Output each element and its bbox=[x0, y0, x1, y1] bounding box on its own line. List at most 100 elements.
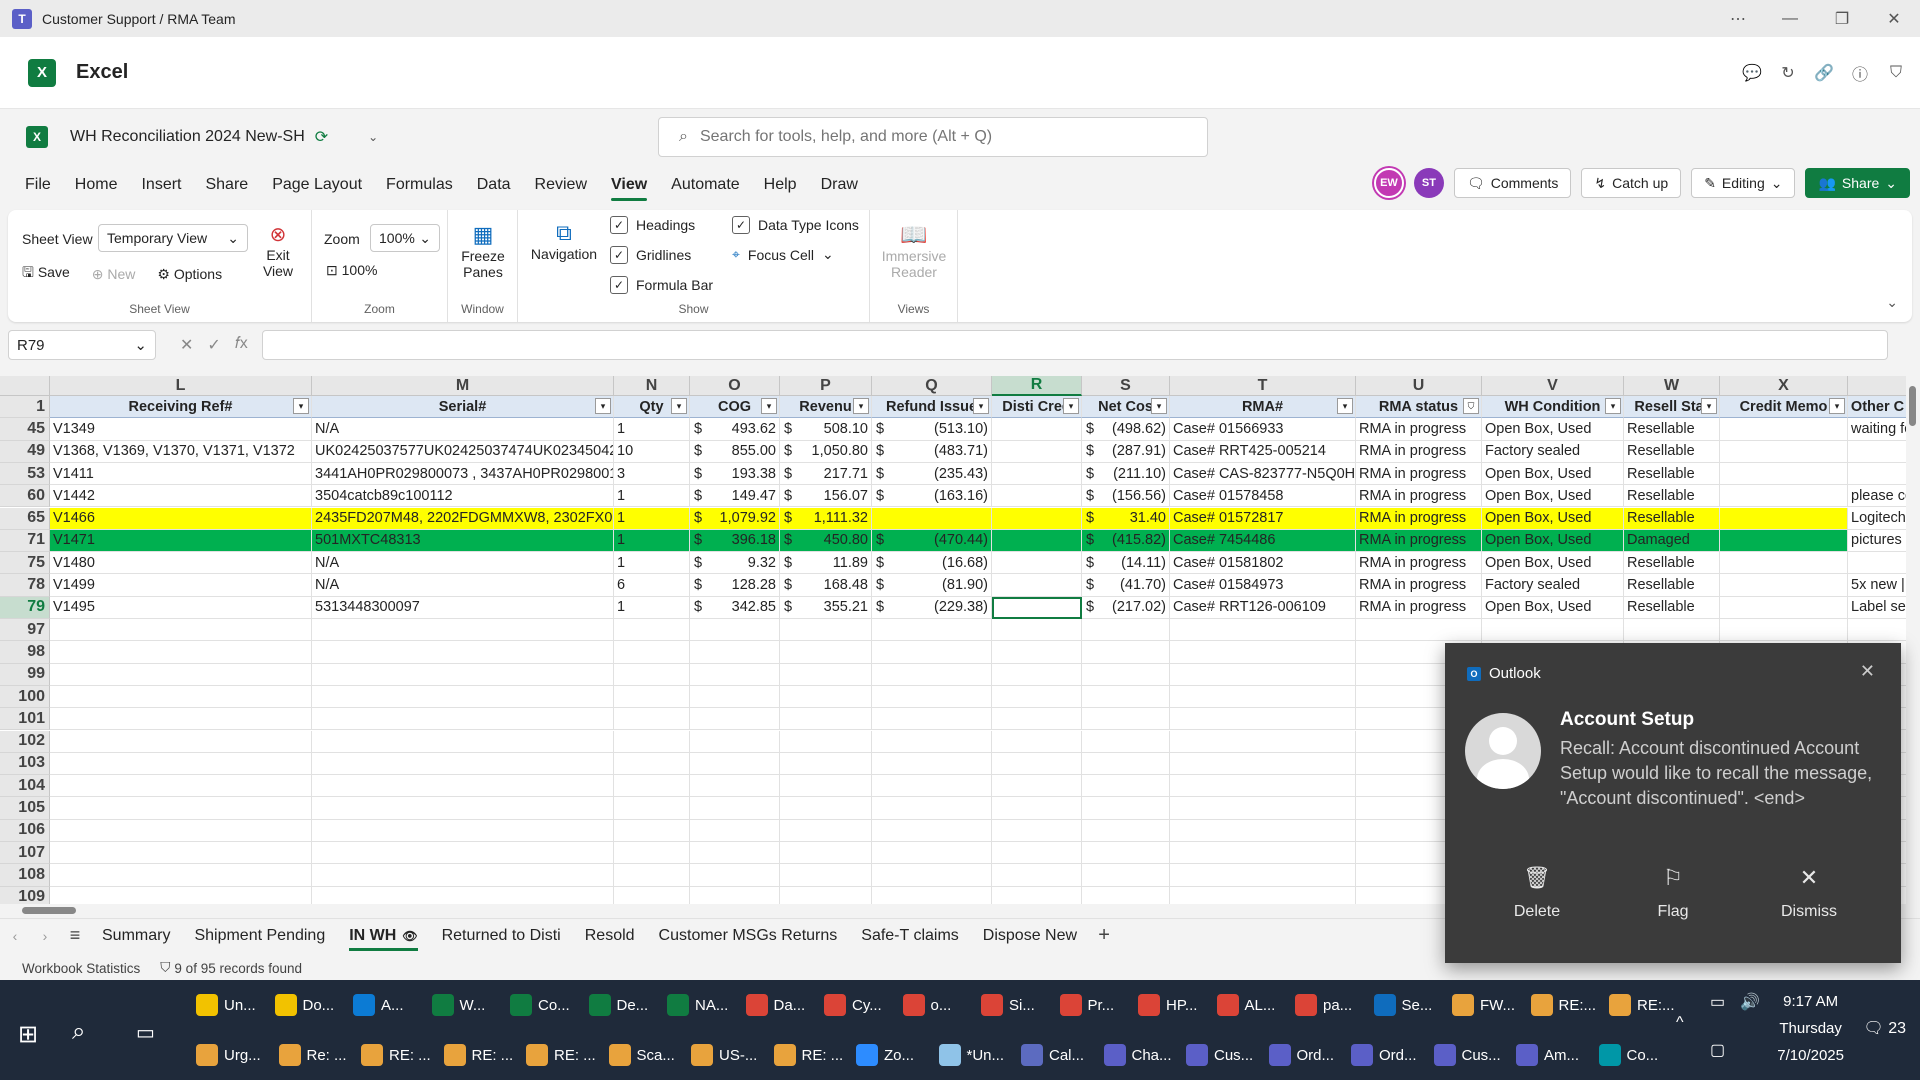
table-cell[interactable] bbox=[614, 797, 690, 820]
table-cell[interactable] bbox=[690, 708, 780, 731]
table-cell[interactable]: $ (415.82) bbox=[1082, 529, 1170, 553]
row-header[interactable]: 101 bbox=[0, 708, 50, 731]
formula-bar-checkbox[interactable]: ✓ Formula Bar bbox=[610, 276, 713, 294]
table-cell[interactable]: $396.18 bbox=[690, 529, 780, 553]
table-cell[interactable] bbox=[312, 886, 614, 904]
column-filter-header[interactable]: Receiving Ref# ▾ bbox=[50, 396, 312, 419]
table-cell[interactable] bbox=[1082, 752, 1170, 776]
scrollbar-thumb[interactable] bbox=[1909, 386, 1916, 426]
notification-center-button[interactable]: 🗨 23 bbox=[1863, 1018, 1906, 1038]
table-cell[interactable] bbox=[690, 842, 780, 865]
table-cell[interactable]: please cor bbox=[1848, 485, 1908, 508]
table-cell[interactable]: 1 bbox=[614, 552, 690, 575]
column-header-s[interactable]: S bbox=[1082, 376, 1170, 396]
table-cell[interactable]: RMA in progress bbox=[1356, 596, 1482, 619]
table-cell[interactable]: $355.21 bbox=[780, 596, 872, 619]
table-cell[interactable] bbox=[614, 819, 690, 842]
row-header[interactable]: 109 bbox=[0, 886, 50, 904]
table-cell[interactable] bbox=[312, 775, 614, 798]
table-cell[interactable] bbox=[690, 641, 780, 664]
table-cell[interactable]: 1 bbox=[614, 418, 690, 441]
table-cell[interactable]: RMA in progress bbox=[1356, 574, 1482, 597]
taskbar-app-button[interactable]: A... bbox=[349, 985, 404, 1025]
filter-dropdown-icon[interactable]: ▾ bbox=[1337, 398, 1353, 414]
sheet-tab-customer-msgs-returns[interactable]: Customer MSGs Returns bbox=[647, 919, 850, 953]
table-cell[interactable]: $128.28 bbox=[690, 574, 780, 597]
column-filter-header[interactable]: Serial# ▾ bbox=[312, 396, 614, 419]
table-cell[interactable]: Resellable bbox=[1624, 507, 1720, 530]
taskbar-app-button[interactable]: De... bbox=[585, 985, 648, 1025]
table-cell[interactable] bbox=[780, 730, 872, 753]
headings-checkbox[interactable]: ✓ Headings bbox=[610, 216, 695, 234]
table-cell[interactable] bbox=[992, 797, 1082, 820]
table-cell[interactable] bbox=[690, 685, 780, 709]
table-cell[interactable]: $ (211.10) bbox=[1082, 462, 1170, 486]
table-cell[interactable]: $ (287.91) bbox=[1082, 440, 1170, 463]
table-cell[interactable] bbox=[1170, 685, 1356, 709]
table-cell[interactable] bbox=[690, 775, 780, 798]
table-cell[interactable] bbox=[1082, 775, 1170, 798]
column-header-r[interactable]: R bbox=[992, 376, 1082, 396]
table-cell[interactable]: $ (81.90) bbox=[872, 574, 992, 597]
table-cell[interactable]: $1,111.32 bbox=[780, 507, 872, 530]
battery-icon[interactable]: ▭ bbox=[1710, 992, 1725, 1012]
column-header-w[interactable]: W bbox=[1624, 376, 1720, 396]
column-header-l[interactable]: L bbox=[50, 376, 312, 396]
column-header-n[interactable]: N bbox=[614, 376, 690, 396]
taskbar-app-button[interactable]: Cal... bbox=[1017, 1035, 1084, 1075]
table-cell[interactable] bbox=[992, 440, 1082, 463]
table-cell[interactable] bbox=[50, 886, 312, 904]
table-cell[interactable]: UK02425037577UK02425037474UK023450420 bbox=[312, 440, 614, 463]
flag-button[interactable]: ⚐ Flag bbox=[1613, 865, 1733, 921]
table-cell[interactable]: Case# 7454486 bbox=[1170, 529, 1356, 553]
row-header[interactable]: 107 bbox=[0, 842, 50, 865]
table-cell[interactable]: $ (41.70) bbox=[1082, 574, 1170, 597]
table-cell[interactable] bbox=[992, 418, 1082, 441]
table-cell[interactable] bbox=[312, 663, 614, 686]
tab-file[interactable]: File bbox=[13, 165, 63, 205]
table-cell[interactable] bbox=[1082, 708, 1170, 731]
table-cell[interactable]: Open Box, Used bbox=[1482, 485, 1624, 508]
filter-dropdown-icon[interactable]: ▾ bbox=[1605, 398, 1621, 414]
table-cell[interactable]: Case# 01584973 bbox=[1170, 574, 1356, 597]
table-cell[interactable] bbox=[1720, 507, 1848, 530]
selected-cell[interactable] bbox=[992, 596, 1082, 619]
table-cell[interactable] bbox=[1170, 886, 1356, 904]
table-cell[interactable] bbox=[1170, 730, 1356, 753]
table-cell[interactable]: $ (16.68) bbox=[872, 552, 992, 575]
table-cell[interactable] bbox=[1082, 797, 1170, 820]
table-cell[interactable]: $217.71 bbox=[780, 462, 872, 486]
table-cell[interactable]: RMA in progress bbox=[1356, 485, 1482, 508]
table-cell[interactable] bbox=[312, 864, 614, 887]
table-cell[interactable] bbox=[780, 775, 872, 798]
table-cell[interactable]: 5x new | 1 bbox=[1848, 574, 1908, 597]
formula-input[interactable] bbox=[261, 330, 1888, 360]
filter-dropdown-icon[interactable]: ▾ bbox=[671, 398, 687, 414]
table-cell[interactable]: V1471 bbox=[50, 529, 312, 553]
zoom-100-button[interactable]: ⊡ 100% bbox=[326, 262, 377, 279]
taskbar-app-button[interactable]: Cus... bbox=[1430, 1035, 1501, 1075]
table-cell[interactable]: 3441AH0PR029800073 , 3437AH0PR02980016 bbox=[312, 462, 614, 486]
table-cell[interactable] bbox=[780, 708, 872, 731]
outlook-notification[interactable]: O Outlook ✕ Account Setup Recall: Accoun… bbox=[1445, 643, 1901, 963]
taskbar-app-button[interactable]: pa... bbox=[1291, 985, 1352, 1025]
table-cell[interactable] bbox=[1720, 440, 1848, 463]
column-header-x[interactable]: X bbox=[1720, 376, 1848, 396]
table-cell[interactable] bbox=[1170, 842, 1356, 865]
table-cell[interactable] bbox=[872, 641, 992, 664]
column-header-m[interactable]: M bbox=[312, 376, 614, 396]
table-cell[interactable]: V1442 bbox=[50, 485, 312, 508]
taskbar-app-button[interactable]: US-... bbox=[687, 1035, 757, 1075]
column-filter-header[interactable]: Refund Issue ▾ bbox=[872, 396, 992, 419]
document-name[interactable]: WH Reconciliation 2024 New-SH bbox=[70, 128, 305, 146]
close-button[interactable]: ✕ bbox=[1868, 0, 1920, 37]
table-cell[interactable]: RMA in progress bbox=[1356, 440, 1482, 463]
table-cell[interactable] bbox=[872, 663, 992, 686]
table-cell[interactable] bbox=[992, 619, 1082, 642]
table-cell[interactable] bbox=[50, 752, 312, 776]
table-cell[interactable] bbox=[780, 864, 872, 887]
table-cell[interactable] bbox=[1170, 663, 1356, 686]
table-cell[interactable] bbox=[312, 685, 614, 709]
table-cell[interactable]: Case# 01572817 bbox=[1170, 507, 1356, 530]
table-cell[interactable]: $ (14.11) bbox=[1082, 552, 1170, 575]
